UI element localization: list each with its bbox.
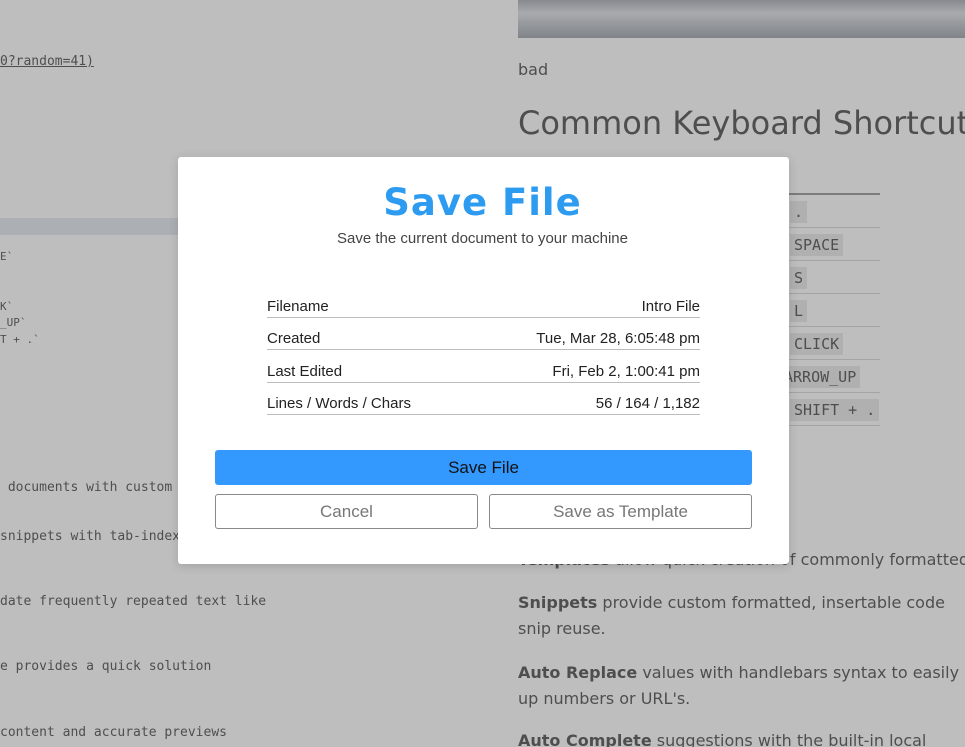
dialog-subtitle: Save the current document to your machin… xyxy=(337,230,628,247)
info-value: Tue, Mar 28, 6:05:48 pm xyxy=(536,330,700,347)
info-row-counts: Lines / Words / Chars 56 / 164 / 1,182 xyxy=(267,383,700,415)
cancel-button[interactable]: Cancel xyxy=(215,494,478,529)
info-row-created: Created Tue, Mar 28, 6:05:48 pm xyxy=(267,318,700,350)
info-label: Filename xyxy=(267,297,329,315)
info-row-last-edited: Last Edited Fri, Feb 2, 1:00:41 pm xyxy=(267,350,700,383)
info-label: Created xyxy=(267,330,321,347)
info-value: Fri, Feb 2, 1:00:41 pm xyxy=(552,362,700,380)
info-value: Intro File xyxy=(641,297,700,315)
info-value: 56 / 164 / 1,182 xyxy=(595,395,700,412)
save-as-template-button[interactable]: Save as Template xyxy=(489,494,752,529)
dialog-title: Save File xyxy=(383,181,582,224)
file-info-table: Filename Intro File Created Tue, Mar 28,… xyxy=(267,285,700,415)
info-label: Lines / Words / Chars xyxy=(267,395,411,412)
save-file-button[interactable]: Save File xyxy=(215,450,752,485)
info-row-filename: Filename Intro File xyxy=(267,285,700,318)
info-label: Last Edited xyxy=(267,362,343,380)
